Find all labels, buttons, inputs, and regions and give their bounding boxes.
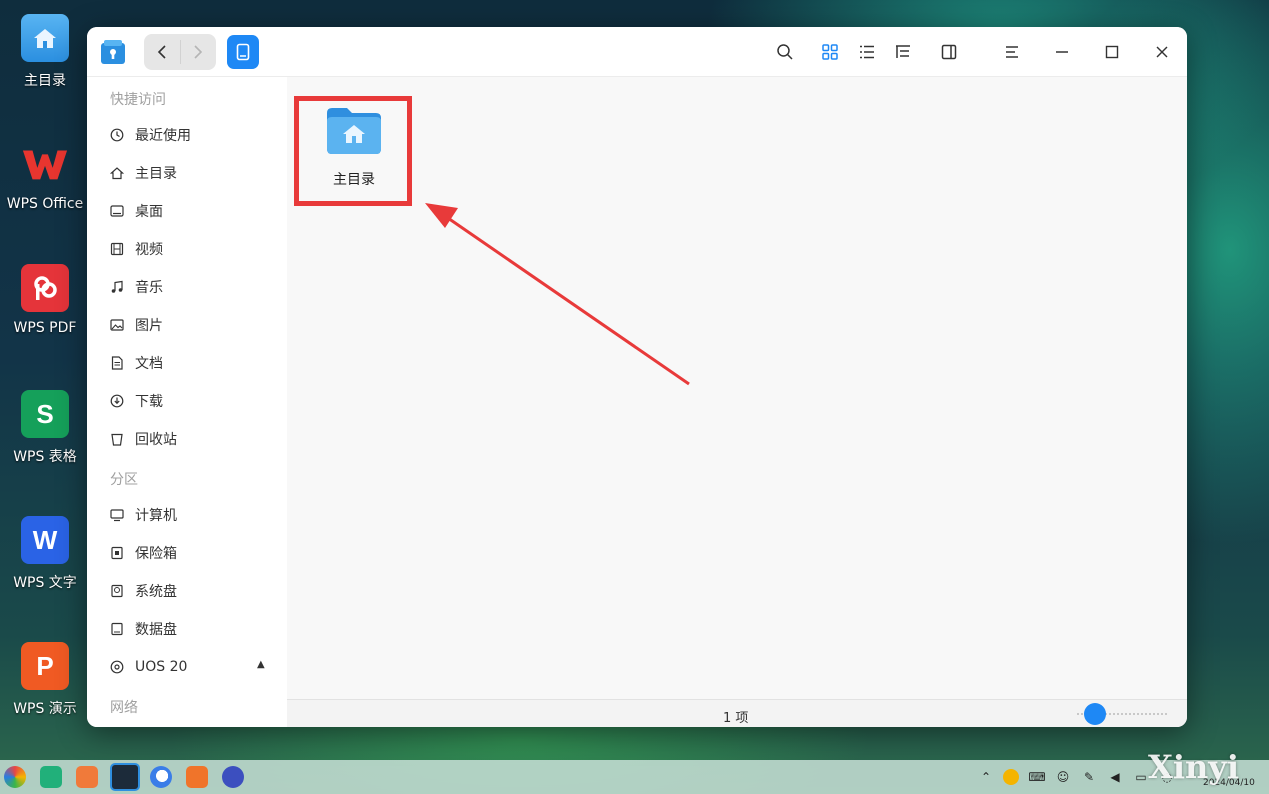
browser-icon[interactable] <box>150 766 172 788</box>
app-store-icon[interactable] <box>76 766 98 788</box>
taskbar: ⌃ ⌨ ☺ ✎ ◀ ▭ ◌ <box>0 760 1269 794</box>
network-icon[interactable]: ▭ <box>1133 769 1149 785</box>
annotation-arrow <box>425 203 690 386</box>
volume-icon[interactable]: ◀ <box>1107 769 1123 785</box>
store-bag-icon[interactable] <box>186 766 208 788</box>
input-method-icon[interactable] <box>1003 769 1019 785</box>
keyboard-icon[interactable]: ⌨ <box>1028 769 1045 785</box>
multitask-view-icon[interactable] <box>40 766 62 788</box>
settings-icon[interactable] <box>222 766 244 788</box>
launcher-icon[interactable] <box>4 766 26 788</box>
watermark: Xinyi <box>1148 748 1239 786</box>
tray-expand-icon[interactable]: ⌃ <box>978 769 994 785</box>
chat-icon[interactable]: ☺ <box>1055 769 1071 785</box>
file-manager-taskbar-icon[interactable] <box>110 763 140 791</box>
pen-icon[interactable]: ✎ <box>1081 769 1097 785</box>
